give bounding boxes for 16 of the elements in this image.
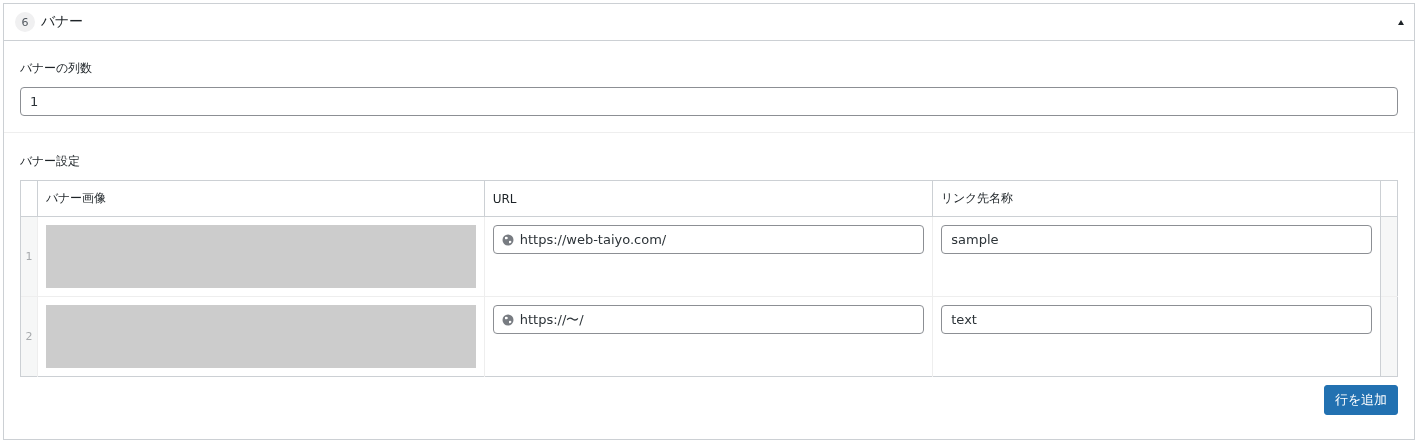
- row-number: 1: [20, 216, 38, 297]
- column-header: バナー画像: [37, 180, 485, 217]
- columns-input[interactable]: 1: [20, 87, 1398, 116]
- column-header: リンク先名称: [932, 180, 1381, 217]
- url-field[interactable]: https://〜/: [492, 305, 925, 334]
- field-label: バナー設定: [20, 153, 80, 170]
- panel-title: バナー: [41, 13, 84, 31]
- panel-header[interactable]: 6 バナー: [4, 4, 1414, 41]
- column-header: URL: [484, 180, 933, 217]
- add-row-button[interactable]: 行を追加: [1324, 385, 1398, 415]
- row-number: 2: [20, 296, 38, 377]
- field-label: バナーの列数: [20, 60, 92, 77]
- link-name-field[interactable]: text: [941, 305, 1372, 334]
- link-name-field[interactable]: sample: [941, 225, 1372, 254]
- url-field[interactable]: https://web-taiyo.com/: [492, 225, 925, 254]
- section-number: 6: [15, 12, 35, 32]
